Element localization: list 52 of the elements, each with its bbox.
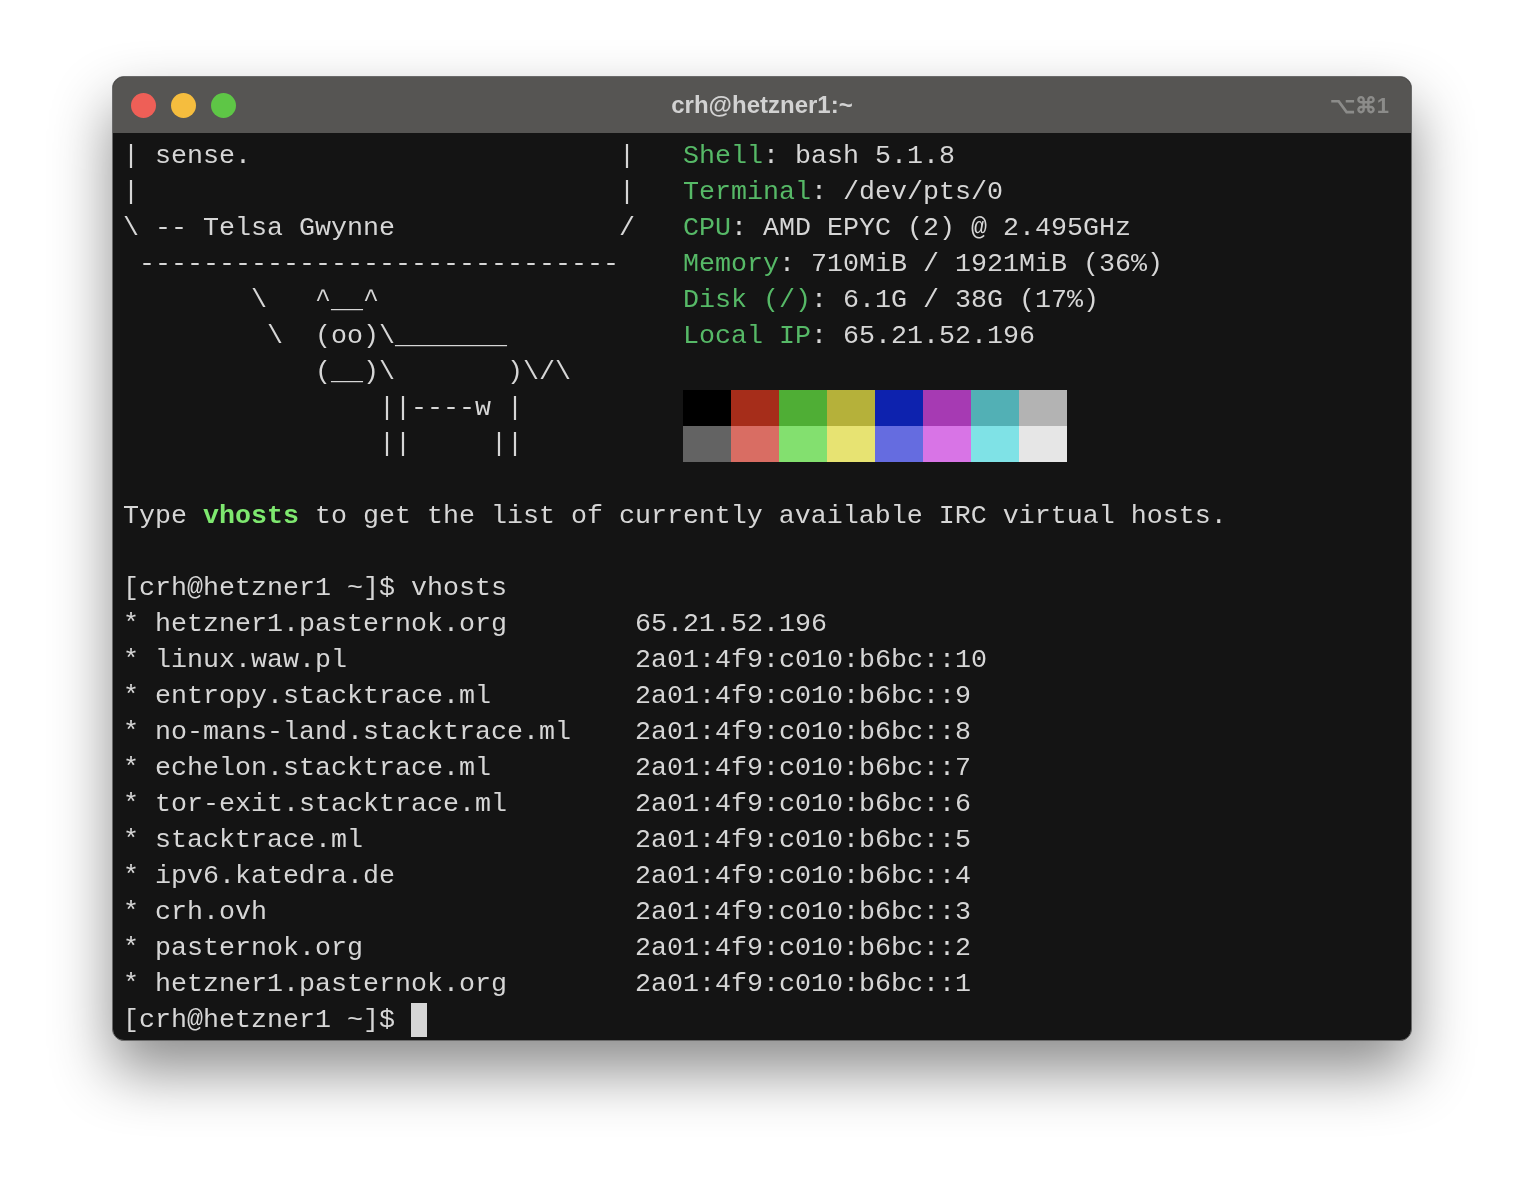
message-text: Type vhosts to get the list of currently available IRC virtual hosts. <box>123 500 1227 533</box>
hostname-text: * hetzner1.pasternok.org <box>123 968 508 1001</box>
ascii-art-line: \ (oo)\_______ <box>265 320 507 353</box>
info-label: Shell <box>683 140 763 173</box>
address-text: 2a01:4f9:c010:b6bc::4 <box>635 860 971 893</box>
info-value: : bash 5.1.8 <box>763 140 955 173</box>
info-value: : 65.21.52.196 <box>811 320 1035 353</box>
address-text: 2a01:4f9:c010:b6bc::3 <box>635 896 971 929</box>
info-label: CPU <box>683 212 731 245</box>
hostname-text: * ipv6.katedra.de <box>123 860 396 893</box>
address-text: 65.21.52.196 <box>635 608 827 641</box>
hostname-text: * no-mans-land.stacktrace.ml <box>123 716 572 749</box>
minimize-button[interactable] <box>171 92 196 118</box>
prompt-text: [crh@hetzner1 ~]$ <box>123 572 396 605</box>
prompt-text: [crh@hetzner1 ~]$ <box>123 1004 396 1037</box>
window-title: crh@hetzner1:~ <box>671 90 853 120</box>
hostname-text: * pasternok.org <box>123 932 364 965</box>
address-text: 2a01:4f9:c010:b6bc::6 <box>635 788 971 821</box>
address-text: 2a01:4f9:c010:b6bc::9 <box>635 680 971 713</box>
info-label: Local IP <box>683 320 811 353</box>
info-label: Terminal <box>683 176 811 209</box>
address-text: 2a01:4f9:c010:b6bc::2 <box>635 932 971 965</box>
ascii-art-line: || || <box>377 428 523 461</box>
info-value: : 6.1G / 38G (17%) <box>811 284 1099 317</box>
ascii-art-line: \ -- Telsa Gwynne / <box>123 212 635 245</box>
hostname-text: * echelon.stacktrace.ml <box>123 752 492 785</box>
info-value: : /dev/pts/0 <box>811 176 1003 209</box>
info-label: Disk (/) <box>683 284 811 317</box>
ascii-art-line: | sense. | <box>123 140 635 173</box>
hostname-text: * linux.waw.pl <box>123 644 348 677</box>
hostname-text: * tor-exit.stacktrace.ml <box>123 788 508 821</box>
hostname-text: * hetzner1.pasternok.org <box>123 608 508 641</box>
address-text: 2a01:4f9:c010:b6bc::7 <box>635 752 971 785</box>
ascii-art-line: (__)\ )\/\ <box>313 356 571 389</box>
address-text: 2a01:4f9:c010:b6bc::8 <box>635 716 971 749</box>
ascii-art-line: ||----w | <box>377 392 523 425</box>
address-text: 2a01:4f9:c010:b6bc::1 <box>635 968 971 1001</box>
info-label: Memory <box>683 248 779 281</box>
address-text: 2a01:4f9:c010:b6bc::10 <box>635 644 987 677</box>
address-text: 2a01:4f9:c010:b6bc::5 <box>635 824 971 857</box>
close-button[interactable] <box>131 92 156 118</box>
ascii-art-line: | | <box>123 176 635 209</box>
info-value: : 710MiB / 1921MiB (36%) <box>779 248 1163 281</box>
command-text: vhosts <box>410 572 507 605</box>
zoom-button[interactable] <box>211 92 236 118</box>
text-cursor <box>410 1003 427 1037</box>
hostname-text: * entropy.stacktrace.ml <box>123 680 492 713</box>
info-value: : AMD EPYC (2) @ 2.495GHz <box>731 212 1131 245</box>
ascii-art-line: \ ^__^ <box>249 284 379 317</box>
ascii-art-line: ------------------------------ <box>138 248 619 281</box>
hostname-text: * crh.ovh <box>123 896 268 929</box>
hostname-text: * stacktrace.ml <box>123 824 364 857</box>
